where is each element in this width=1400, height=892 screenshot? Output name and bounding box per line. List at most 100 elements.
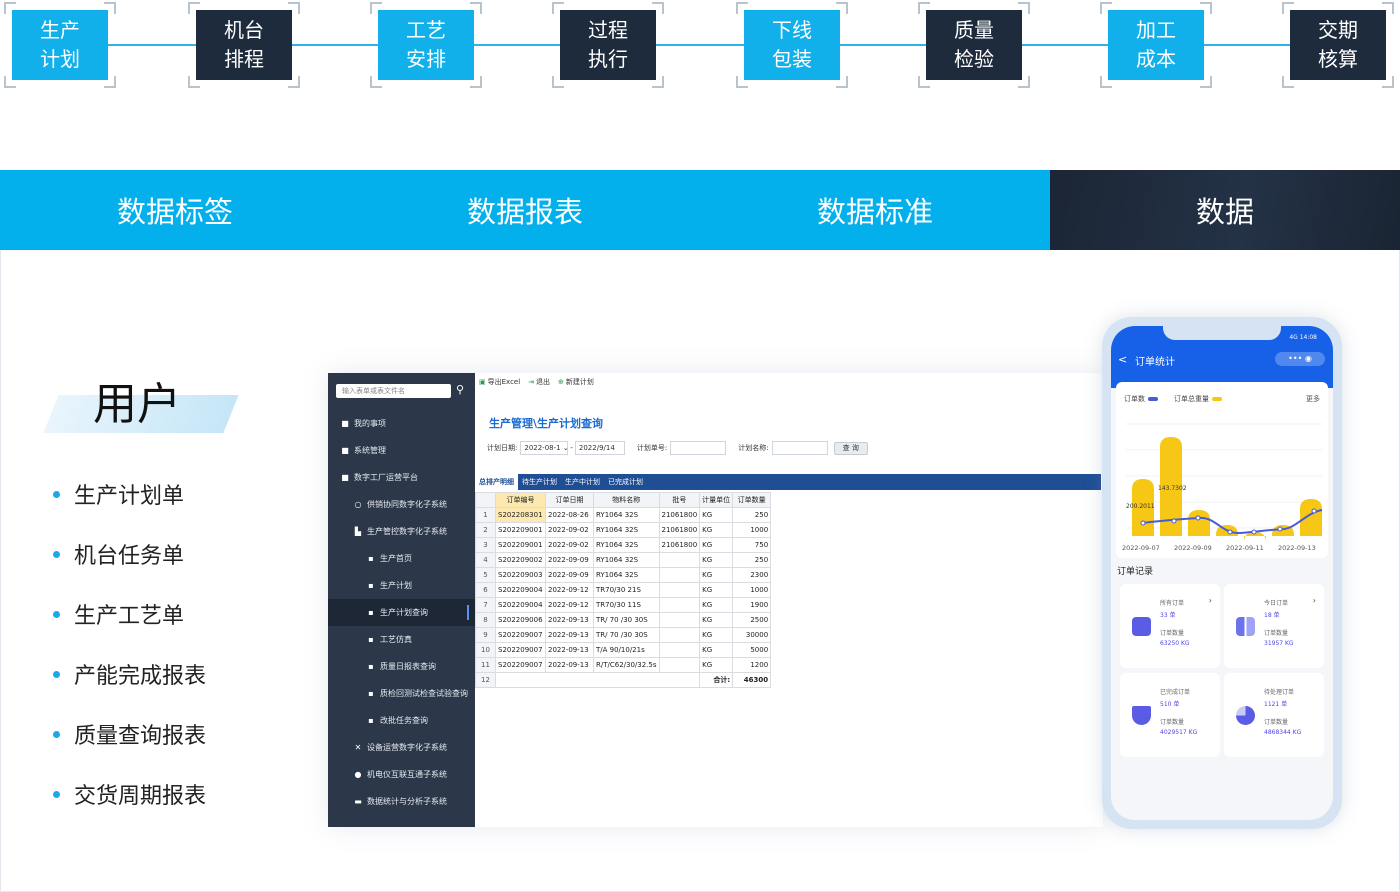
table-cell[interactable]: RY1064 32S xyxy=(593,567,660,583)
table-cell[interactable]: RY1064 32S xyxy=(593,552,660,568)
table-row[interactable]: 2 S202209001 2022-09-02 RY1064 32S 21061800 K… xyxy=(475,522,772,538)
table-cell[interactable] xyxy=(658,597,701,613)
table-cell[interactable]: KG xyxy=(699,507,734,523)
plan-name-input[interactable] xyxy=(771,441,828,455)
sidebar-item[interactable]: ▪ 质检回测试检查试验查询 xyxy=(328,680,468,707)
table-cell[interactable]: 30000 xyxy=(732,627,772,643)
table-cell[interactable]: 2022-09-13 xyxy=(545,657,594,673)
sidebar-item[interactable]: ▪ 质量日报表查询 xyxy=(328,653,436,680)
tab-1[interactable]: 数据标签 xyxy=(0,170,350,250)
sidebar-item[interactable]: ▪ 生产首页 xyxy=(328,545,412,572)
table-cell[interactable]: RY1064 32S xyxy=(593,537,660,553)
table-cell[interactable]: 2022-09-13 xyxy=(545,612,594,628)
table-cell[interactable]: KG xyxy=(699,627,734,643)
table-cell[interactable]: S202209002 xyxy=(495,552,546,568)
table-cell[interactable]: 5000 xyxy=(732,642,772,658)
date-from-select[interactable]: 2022-08-1 ⌄ xyxy=(520,441,569,455)
column-header[interactable]: 批号 xyxy=(658,492,701,508)
table-cell[interactable] xyxy=(658,582,701,598)
process-step-4[interactable]: 过程 执行 xyxy=(552,2,664,88)
tab-2[interactable]: 数据报表 xyxy=(350,170,700,250)
date-to-input[interactable]: 2022/9/14 xyxy=(574,441,625,455)
column-header[interactable]: 计量单位 xyxy=(699,492,734,508)
sidebar-item[interactable]: ■ 系统管理 xyxy=(328,437,386,464)
table-cell[interactable]: KG xyxy=(699,552,734,568)
table-cell[interactable]: S202208301 xyxy=(495,507,546,523)
table-cell[interactable]: KG xyxy=(699,612,734,628)
table-row[interactable]: 6 S202209004 2022-09-12 TR70/30 21S KG 1000 xyxy=(475,582,772,598)
subtab-4[interactable]: 已完成计划 xyxy=(604,474,647,490)
table-cell[interactable]: 2022-09-09 xyxy=(545,552,594,568)
table-cell[interactable]: RY1064 32S xyxy=(593,507,660,523)
table-cell[interactable]: 2300 xyxy=(732,567,772,583)
sidebar-item[interactable]: ▪ 生产计划查询 xyxy=(328,599,475,626)
tab-4[interactable]: 数据 xyxy=(1050,170,1400,250)
table-cell[interactable]: 21061800 xyxy=(658,522,701,538)
toolbar-button[interactable]: ⇥ 退出 xyxy=(528,377,550,387)
table-row[interactable]: 1 S202208301 2022-08-26 RY1064 32S 21061800 K… xyxy=(475,507,772,523)
process-step-1[interactable]: 生产 计划 xyxy=(4,2,116,88)
table-cell[interactable]: TR70/30 11S xyxy=(593,597,660,613)
table-cell[interactable]: TR/ 70 /30 30S xyxy=(593,627,660,643)
table-cell[interactable]: KG xyxy=(699,657,734,673)
table-cell[interactable]: 2022-09-09 xyxy=(545,567,594,583)
order-record-card[interactable]: 今日订单 18 单订单数量 31957 KG › xyxy=(1224,584,1324,668)
column-header[interactable]: 物料名称 xyxy=(593,492,660,508)
order-record-card[interactable]: 所有订单 33 单订单数量 63250 KG › xyxy=(1120,584,1220,668)
table-cell[interactable]: KG xyxy=(699,537,734,553)
table-cell[interactable]: 2500 xyxy=(732,612,772,628)
table-cell[interactable]: 250 xyxy=(732,552,772,568)
table-cell[interactable]: 2022-09-13 xyxy=(545,627,594,643)
table-cell[interactable]: S202209007 xyxy=(495,627,546,643)
sidebar-item[interactable]: ▬ 数据统计与分析子系统 xyxy=(328,788,447,815)
table-cell[interactable]: 2022-09-02 xyxy=(545,537,594,553)
process-step-5[interactable]: 下线 包装 xyxy=(736,2,848,88)
column-header[interactable]: 订单日期 xyxy=(545,492,594,508)
process-step-8[interactable]: 交期 核算 xyxy=(1282,2,1394,88)
table-cell[interactable]: S202209004 xyxy=(495,582,546,598)
sidebar-item[interactable]: ▪ 生产计划 xyxy=(328,572,412,599)
table-cell[interactable]: S202209003 xyxy=(495,567,546,583)
table-cell[interactable]: KG xyxy=(699,642,734,658)
order-record-card[interactable]: 已完成订单 510 单订单数量 4029517 KG xyxy=(1120,673,1220,757)
table-cell[interactable]: S202209007 xyxy=(495,642,546,658)
sidebar-item[interactable]: ■ 我的事项 xyxy=(328,410,386,437)
table-cell[interactable]: T/A 90/10/21s xyxy=(593,642,660,658)
table-cell[interactable]: 2022-08-26 xyxy=(545,507,594,523)
search-icon[interactable]: ⚲ xyxy=(456,383,470,397)
table-cell[interactable] xyxy=(658,657,701,673)
table-cell[interactable]: R/T/C62/30/32.5s xyxy=(593,657,660,673)
sidebar-item[interactable]: ● 机电仪互联互通子系统 xyxy=(328,761,448,788)
sidebar-item[interactable]: ✕ 设备运营数字化子系统 xyxy=(328,734,447,761)
table-cell[interactable]: S202209001 xyxy=(495,522,546,538)
table-cell[interactable] xyxy=(658,552,701,568)
table-cell[interactable]: KG xyxy=(699,567,734,583)
table-cell[interactable]: S202209001 xyxy=(495,537,546,553)
process-step-2[interactable]: 机台 排程 xyxy=(188,2,300,88)
table-cell[interactable]: 21061800 xyxy=(658,507,701,523)
table-row[interactable]: 7 S202209004 2022-09-12 TR70/30 11S KG 1900 xyxy=(475,597,772,613)
table-cell[interactable]: KG xyxy=(699,597,734,613)
table-row[interactable]: 3 S202209001 2022-09-02 RY1064 32S 21061800 K… xyxy=(475,537,772,553)
process-step-3[interactable]: 工艺 安排 xyxy=(370,2,482,88)
query-button[interactable]: 查 询 xyxy=(833,441,868,455)
table-cell[interactable]: S202209007 xyxy=(495,657,546,673)
table-cell[interactable]: 250 xyxy=(732,507,772,523)
table-cell[interactable]: 1900 xyxy=(732,597,772,613)
table-cell[interactable]: 750 xyxy=(732,537,772,553)
sidebar-item[interactable]: ■ 数字工厂运营平台 xyxy=(328,464,418,491)
table-cell[interactable] xyxy=(658,642,701,658)
sidebar-search-input[interactable]: 输入表单或表文件名 xyxy=(336,384,451,398)
table-cell[interactable]: 2022-09-12 xyxy=(545,582,594,598)
process-step-7[interactable]: 加工 成本 xyxy=(1100,2,1212,88)
table-cell[interactable]: S202209004 xyxy=(495,597,546,613)
table-cell[interactable]: 1200 xyxy=(732,657,772,673)
sidebar-item[interactable]: ▙ 生产管控数字化子系统 xyxy=(328,518,447,545)
table-row[interactable]: 5 S202209003 2022-09-09 RY1064 32S KG 2300 xyxy=(475,567,772,583)
table-cell[interactable] xyxy=(658,627,701,643)
table-row[interactable]: 4 S202209002 2022-09-09 RY1064 32S KG 250 xyxy=(475,552,772,568)
subtab-2[interactable]: 待生产计划 xyxy=(518,474,561,490)
table-row[interactable]: 9 S202209007 2022-09-13 TR/ 70 /30 30S KG 300… xyxy=(475,627,772,643)
table-cell[interactable]: 2022-09-13 xyxy=(545,642,594,658)
order-no-input[interactable] xyxy=(670,441,727,455)
